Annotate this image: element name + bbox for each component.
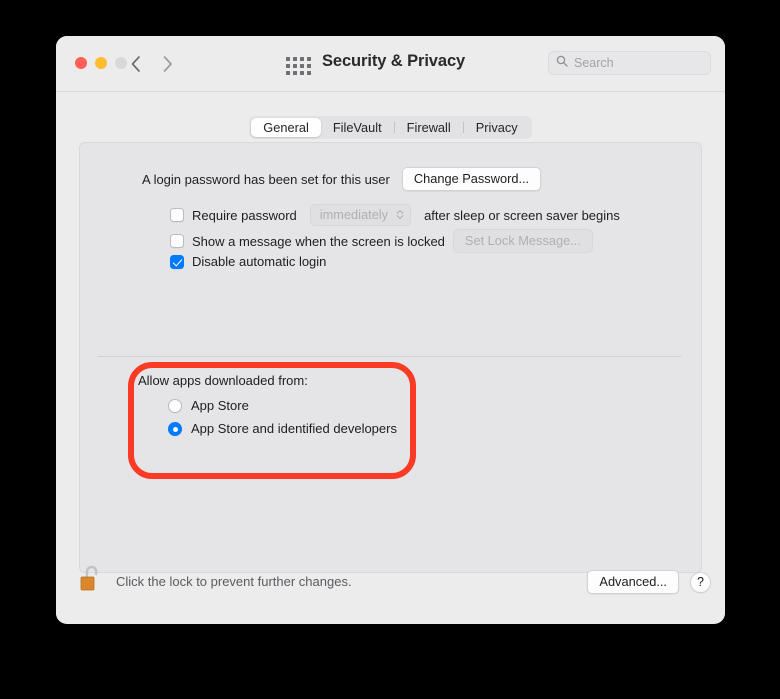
- chevron-left-icon[interactable]: [126, 51, 144, 77]
- disable-automatic-login-label: Disable automatic login: [192, 254, 327, 269]
- navigation-buttons: [126, 51, 176, 77]
- section-divider: [98, 356, 681, 357]
- chevron-right-icon[interactable]: [158, 51, 176, 77]
- minimize-button[interactable]: [95, 57, 107, 69]
- require-password-checkbox[interactable]: [170, 208, 184, 222]
- footer-buttons: Advanced... ?: [587, 570, 711, 594]
- login-password-row: A login password has been set for this u…: [142, 167, 542, 191]
- disable-automatic-login-row: Disable automatic login: [170, 254, 326, 269]
- tab-firewall[interactable]: Firewall: [395, 118, 463, 137]
- page-title: Security & Privacy: [322, 52, 466, 70]
- set-lock-message-button: Set Lock Message...: [452, 229, 593, 253]
- search-input[interactable]: [574, 56, 703, 70]
- allow-apps-option-identified-developers[interactable]: App Store and identified developers: [168, 421, 397, 436]
- disable-automatic-login-checkbox[interactable]: [170, 254, 184, 269]
- advanced-button[interactable]: Advanced...: [587, 570, 679, 594]
- allow-apps-option-app-store[interactable]: App Store: [168, 398, 397, 413]
- search-icon: [556, 54, 568, 72]
- require-password-interval-popup: immediately: [309, 204, 412, 226]
- tab-bar: General FileVault Firewall Privacy: [56, 116, 725, 139]
- require-password-suffix-label: after sleep or screen saver begins: [424, 207, 620, 223]
- require-password-label: Require password: [192, 207, 297, 223]
- chevron-up-down-icon: [396, 209, 404, 220]
- require-password-interval-value: immediately: [319, 207, 389, 222]
- tab-general[interactable]: General: [251, 118, 321, 137]
- close-button[interactable]: [75, 57, 87, 69]
- screen-background: Security & Privacy General FileVault: [0, 0, 780, 699]
- window-titlebar: Security & Privacy: [56, 36, 725, 92]
- tab-privacy[interactable]: Privacy: [464, 118, 530, 137]
- login-password-status: A login password has been set for this u…: [142, 171, 390, 187]
- allow-apps-group: Allow apps downloaded from: App Store Ap…: [138, 373, 397, 444]
- radio-identified-developers-label: App Store and identified developers: [191, 421, 397, 436]
- system-preferences-window: Security & Privacy General FileVault: [56, 36, 725, 624]
- show-lock-message-label: Show a message when the screen is locked: [192, 233, 445, 249]
- search-field[interactable]: [548, 51, 711, 75]
- show-lock-message-row: Show a message when the screen is locked…: [170, 229, 593, 253]
- traffic-lights: [75, 57, 127, 69]
- allow-apps-title: Allow apps downloaded from:: [138, 373, 308, 388]
- require-password-row: Require password immediately after sleep…: [170, 204, 620, 226]
- lock-status-text: Click the lock to prevent further change…: [116, 574, 352, 589]
- radio-identified-developers[interactable]: [168, 421, 182, 436]
- show-lock-message-checkbox[interactable]: [170, 234, 184, 248]
- show-all-grid-icon[interactable]: [286, 57, 312, 75]
- radio-app-store[interactable]: [168, 398, 182, 413]
- general-settings-panel: A login password has been set for this u…: [79, 142, 702, 573]
- lock-control[interactable]: Click the lock to prevent further change…: [79, 563, 352, 600]
- window-footer: Click the lock to prevent further change…: [56, 553, 725, 623]
- window-body: General FileVault Firewall Privacy A log…: [56, 92, 725, 623]
- radio-app-store-label: App Store: [191, 398, 249, 413]
- help-button[interactable]: ?: [690, 571, 711, 593]
- tab-filevault[interactable]: FileVault: [321, 118, 394, 137]
- unlocked-padlock-icon[interactable]: [79, 563, 105, 600]
- change-password-button[interactable]: Change Password...: [401, 167, 542, 191]
